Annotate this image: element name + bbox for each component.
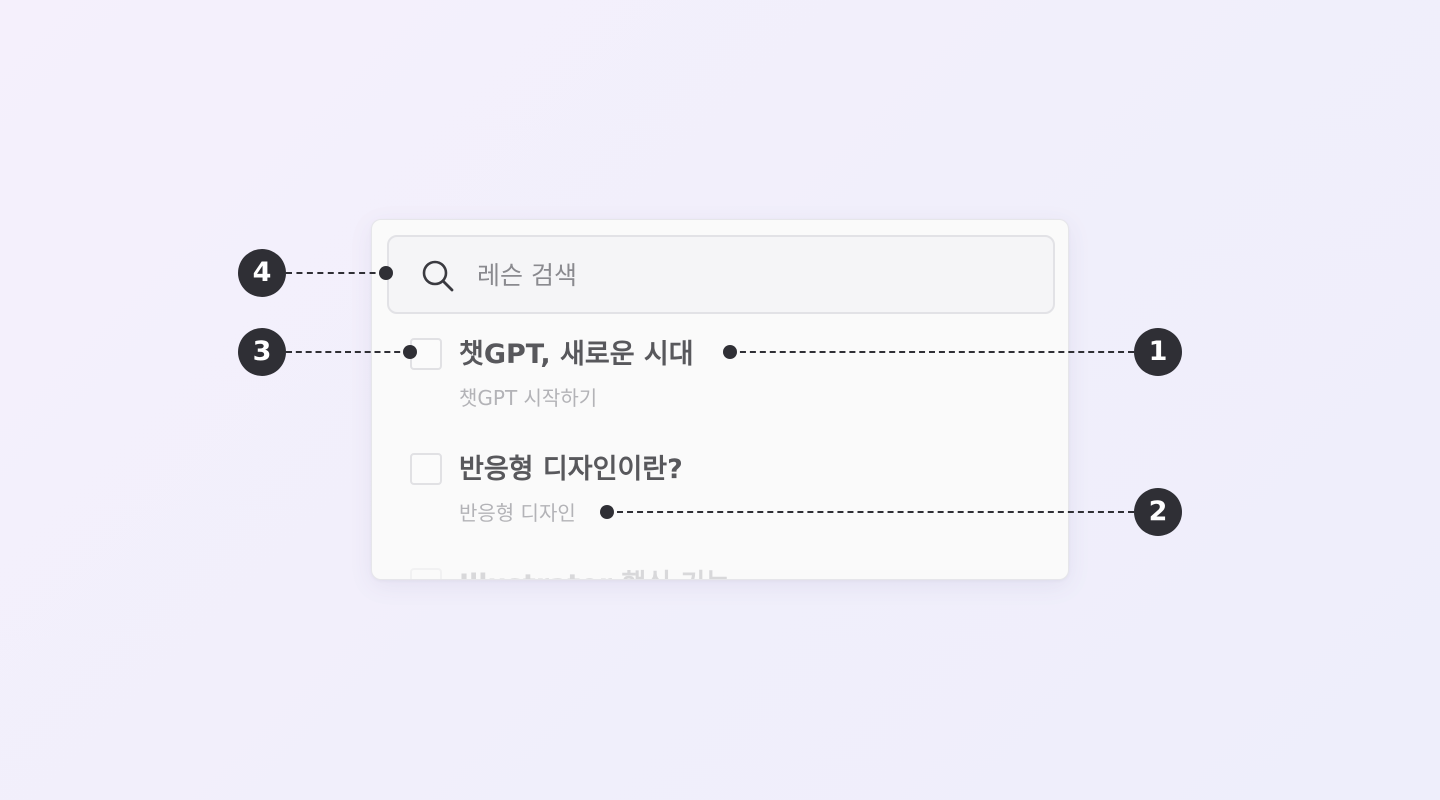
lesson-checkbox[interactable] [410, 453, 442, 485]
callout-badge-4: 4 [238, 249, 286, 297]
callout-line-2 [607, 511, 1134, 513]
search-bar[interactable] [387, 235, 1055, 314]
callout-badge-1: 1 [1134, 328, 1182, 376]
lesson-panel: 챗GPT, 새로운 시대 챗GPT 시작하기 반응형 디자인이란? 반응형 디자… [371, 219, 1069, 580]
lesson-title: 챗GPT, 새로운 시대 [459, 339, 694, 370]
callout-line-4 [286, 272, 386, 274]
callout-line-3 [286, 351, 410, 353]
lesson-checkbox[interactable] [410, 568, 442, 579]
search-icon [422, 260, 454, 292]
lesson-title: Illustrator 핵심 기능 [459, 562, 730, 579]
lesson-subtitle: 반응형 디자인 [459, 501, 576, 525]
callout-dot-4 [379, 266, 393, 280]
lesson-subtitle: 챗GPT 시작하기 [459, 386, 598, 410]
callout-dot-3 [403, 345, 417, 359]
callout-badge-2: 2 [1134, 488, 1182, 536]
callout-badge-3: 3 [238, 328, 286, 376]
callout-line-1 [730, 351, 1134, 353]
search-input[interactable] [477, 255, 1037, 295]
lesson-title: 반응형 디자인이란? [459, 454, 683, 485]
